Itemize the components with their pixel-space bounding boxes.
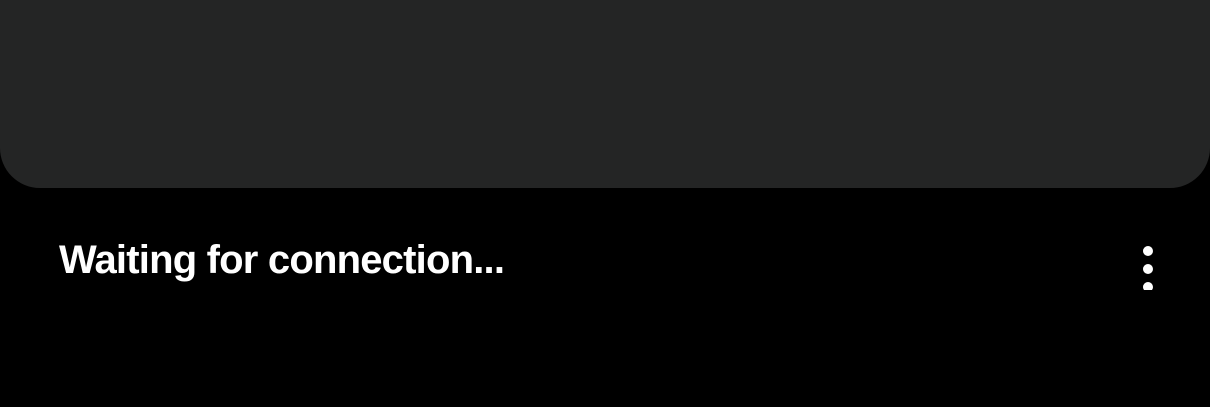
more-vertical-icon <box>1143 246 1153 290</box>
preview-panel <box>0 0 1210 188</box>
status-bar: Waiting for connection... <box>0 220 1210 300</box>
connection-status-text: Waiting for connection... <box>59 238 505 282</box>
more-options-button[interactable] <box>1126 230 1170 290</box>
connection-screen: Waiting for connection... <box>0 0 1210 407</box>
